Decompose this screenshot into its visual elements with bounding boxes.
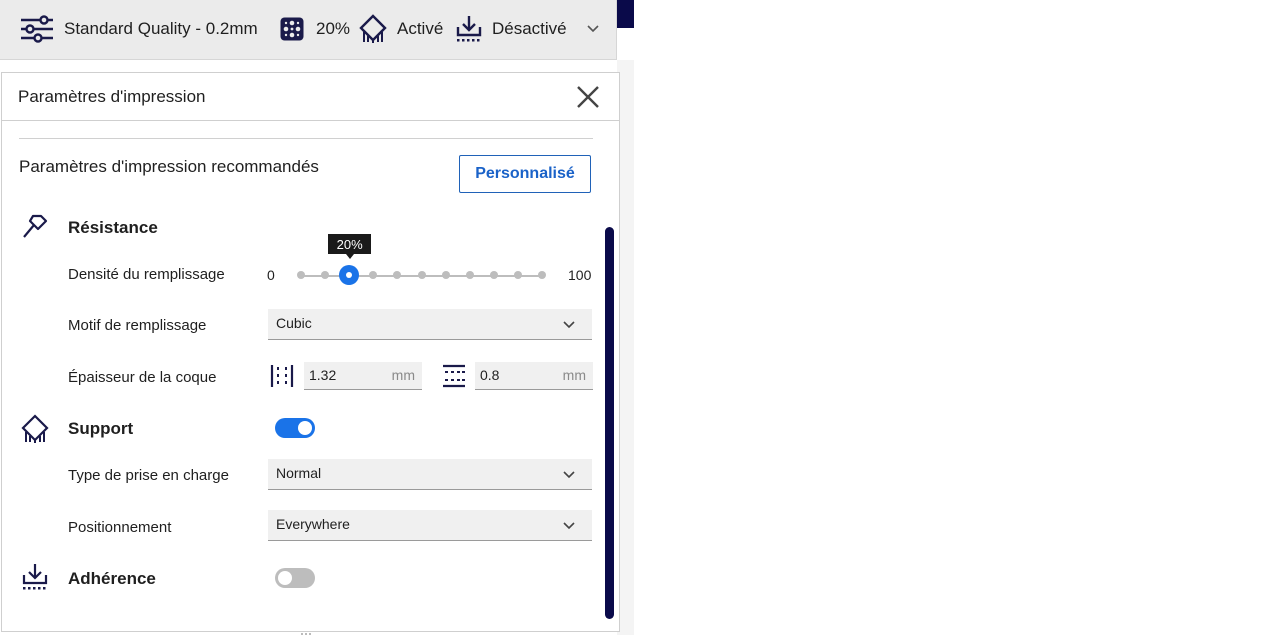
wall-thickness-unit: mm xyxy=(391,367,415,383)
wall-thickness-icon xyxy=(269,363,295,389)
support-placement-label: Positionnement xyxy=(68,519,172,536)
sliders-icon xyxy=(20,15,54,43)
adhesion-icon xyxy=(455,15,483,43)
adhesion-label: Désactivé xyxy=(492,19,567,38)
section-title-resistance: Résistance xyxy=(68,218,158,237)
adhesion-indicator[interactable] xyxy=(455,0,483,58)
support-toggle[interactable] xyxy=(275,418,315,438)
section-title-adhesion: Adhérence xyxy=(68,569,156,588)
profile-selector[interactable] xyxy=(20,0,54,58)
support-placement-dropdown[interactable]: Everywhere xyxy=(268,510,592,541)
infill-icon xyxy=(279,16,305,42)
print-settings-header[interactable]: Standard Quality - 0.2mm 20% Activé Désa… xyxy=(0,0,617,60)
slider-tick xyxy=(538,271,546,279)
infill-pattern-dropdown[interactable]: Cubic xyxy=(268,309,592,340)
slider-min-label: 0 xyxy=(267,267,275,283)
chevron-down-icon xyxy=(562,318,576,332)
toggle-knob xyxy=(278,571,292,585)
slider-tick xyxy=(369,271,378,279)
slider-tick xyxy=(297,271,305,279)
expand-panel-button[interactable] xyxy=(586,0,600,58)
top-bottom-thickness-icon xyxy=(441,363,467,389)
slider-max-label: 100 xyxy=(568,267,592,283)
infill-label: 20% xyxy=(316,19,351,38)
profile-label: Standard Quality - 0.2mm xyxy=(64,19,258,38)
slider-tick xyxy=(441,271,450,279)
support-type-value: Normal xyxy=(276,465,322,481)
infill-pattern-label: Motif de remplissage xyxy=(68,317,207,334)
slider-tick xyxy=(489,271,498,279)
chevron-down-icon xyxy=(586,22,600,36)
custom-settings-button[interactable]: Personnalisé xyxy=(459,155,591,193)
support-label: Activé xyxy=(397,19,444,38)
slider-tick xyxy=(417,271,426,279)
slider-tick xyxy=(513,271,522,279)
toggle-knob xyxy=(298,421,312,435)
infill-pattern-value: Cubic xyxy=(276,315,312,331)
close-icon xyxy=(574,83,602,111)
adhesion-toggle[interactable] xyxy=(275,568,315,588)
chevron-down-icon xyxy=(562,519,576,533)
section-title-support: Support xyxy=(68,419,134,438)
support-placement-value: Everywhere xyxy=(276,516,350,532)
infill-indicator[interactable] xyxy=(279,0,305,58)
slider-tick xyxy=(465,271,474,279)
slider-handle[interactable] xyxy=(339,265,360,285)
wall-thickness-value: 1.32 xyxy=(309,367,337,383)
panel-resize-handle[interactable] xyxy=(301,622,317,635)
slider-tick xyxy=(393,271,402,279)
infill-density-label: Densité du remplissage xyxy=(68,266,225,283)
panel-title: Paramètres d'impression xyxy=(18,87,206,106)
chevron-down-icon xyxy=(562,468,576,482)
divider xyxy=(19,138,593,139)
panel-scrollbar[interactable] xyxy=(605,227,614,619)
hammer-icon xyxy=(21,213,49,241)
print-settings-panel: Paramètres d'impression Paramètres d'imp… xyxy=(1,72,620,635)
slider-tick xyxy=(321,271,330,279)
support-indicator[interactable] xyxy=(359,0,387,58)
top-bottom-thickness-input[interactable]: 0.8 mm xyxy=(475,362,593,390)
wall-thickness-input[interactable]: 1.32 mm xyxy=(304,362,422,390)
shell-thickness-label: Épaisseur de la coque xyxy=(68,369,217,386)
adhesion-icon xyxy=(21,563,49,591)
window-corner xyxy=(617,0,634,28)
slider-tooltip: 20% xyxy=(328,234,372,259)
support-icon xyxy=(359,14,387,44)
top-bottom-thickness-value: 0.8 xyxy=(480,367,500,383)
recommended-settings-label: Paramètres d'impression recommandés xyxy=(19,157,319,176)
support-icon xyxy=(21,414,49,443)
support-type-dropdown[interactable]: Normal xyxy=(268,459,592,490)
panel-header: Paramètres d'impression xyxy=(2,73,619,121)
close-button[interactable] xyxy=(574,83,602,111)
top-bottom-thickness-unit: mm xyxy=(562,367,586,383)
support-type-label: Type de prise en charge xyxy=(68,467,229,484)
